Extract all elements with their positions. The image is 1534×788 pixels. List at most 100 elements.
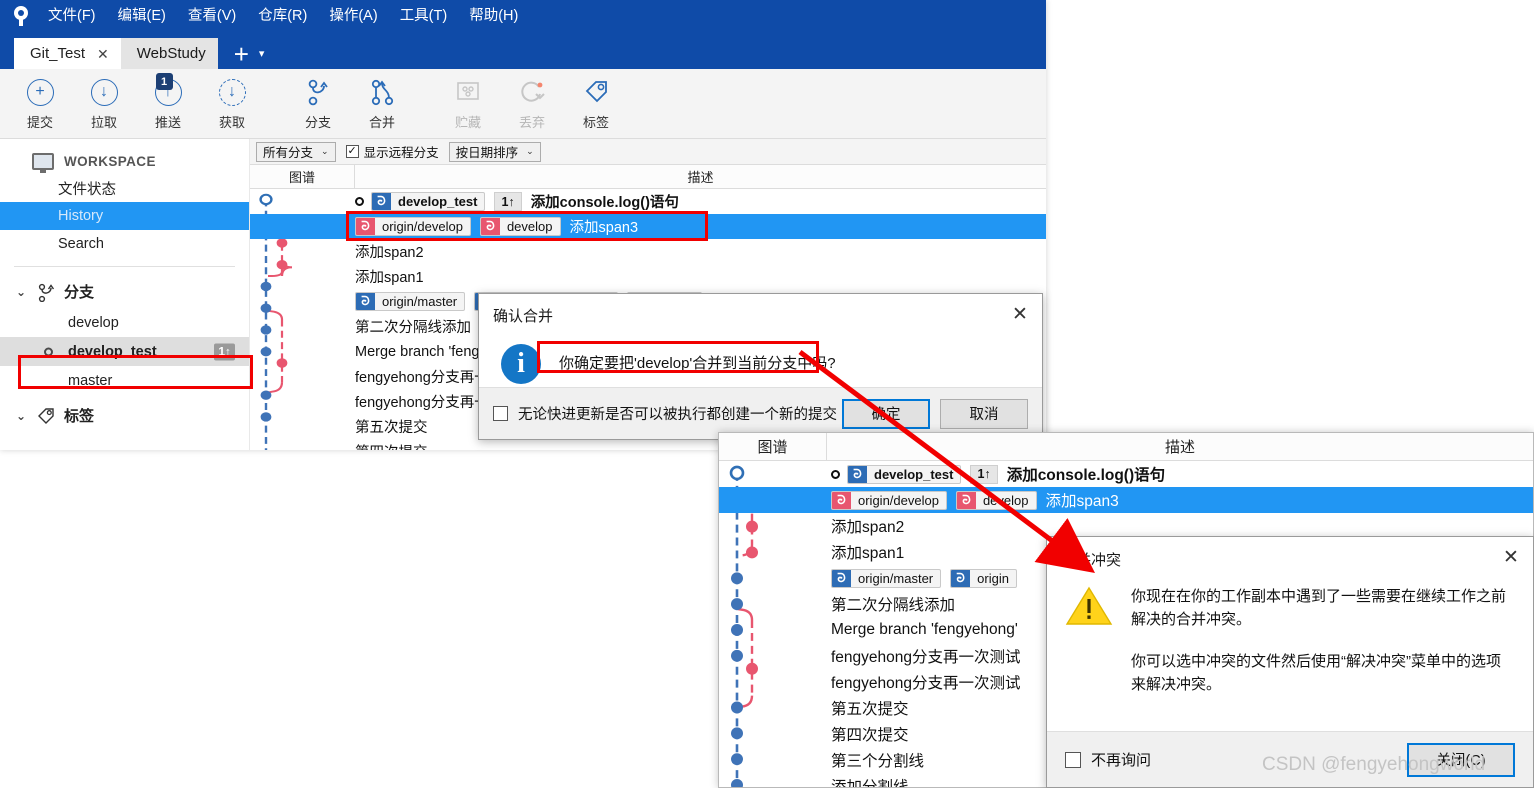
column-header-description[interactable]: 描述 [827,433,1533,460]
ref-tag[interactable]: ᘒ origin/master [831,568,942,588]
main-toolbar: + 提交 ↓ 拉取 ↑ 1 推送 ↓ 获取 分支 合并 贮藏 丢弃 标签 [0,69,1046,139]
commit-message: 添加span1 [831,545,905,562]
sidebar-item-label: Search [58,236,104,252]
table-row[interactable]: ᘒ origin/develop ᘒ develop 添加span3 [250,214,1046,239]
table-row[interactable]: 添加span2 [250,239,1046,264]
toolbar-button-label: 拉取 [90,115,117,130]
history-filter-toolbar: 所有分支 ⌄ ✓ 显示远程分支 按日期排序 ⌄ [250,139,1046,165]
column-header-description[interactable]: 描述 [355,165,1046,188]
commit-message: 第四次提交 [831,727,909,744]
ref-tag[interactable]: ᘒ develop [479,217,561,236]
sidebar-group-branches[interactable]: ⌄ 分支 [0,275,249,308]
branch-icon: ᘒ [951,569,971,587]
toolbar-push-button[interactable]: ↑ 1 推送 [136,73,200,131]
toolbar-button-label: 分支 [304,115,331,130]
ok-button[interactable]: 确定 [842,398,930,429]
merge-confirm-dialog: 确认合并 ✕ i 你确定要把'develop'合并到当前分支中吗? 无论快进更新… [478,293,1043,440]
ref-tag[interactable]: ᘒ origin/develop [355,217,471,236]
commit-message: 第三个分割线 [831,753,925,770]
head-commit-dot-icon [355,197,364,206]
branch-filter-dropdown[interactable]: 所有分支 ⌄ [256,141,336,162]
menu-item-actions[interactable]: 操作(A) [327,5,379,28]
new-tab-button[interactable]: + [218,41,259,69]
dialog-content: i 你确定要把'develop'合并到当前分支中吗? [479,336,1042,391]
sidebar-workspace-header: WORKSPACE [0,149,249,174]
commit-message: 添加console.log()语句 [1006,467,1166,484]
toolbar-commit-button[interactable]: + 提交 [8,76,72,131]
cancel-button[interactable]: 取消 [940,398,1028,429]
chevron-down-icon[interactable]: ⌄ [16,285,28,299]
toolbar-button-label: 合并 [368,115,395,130]
menu-item-view[interactable]: 查看(V) [186,5,238,28]
ref-tag[interactable]: ᘒ origin [950,568,1017,588]
ref-tag-label: develop_test [398,194,478,209]
commit-message: 第五次提交 [355,420,428,436]
close-icon[interactable]: ✕ [1489,537,1533,577]
dialog-content: 你现在在你的工作副本中遇到了一些需要在继续工作之前解决的合并冲突。 你可以选中冲… [1047,581,1533,696]
push-count-badge: 1 [155,73,173,90]
table-row[interactable]: ᘒ develop_test 1↑ 添加console.log()语句 [250,189,1046,214]
column-header-graph[interactable]: 图谱 [719,433,827,460]
sidebar-group-tags[interactable]: ⌄ 标签 [0,395,249,432]
menu-item-file[interactable]: 文件(F) [46,5,98,28]
branch-icon: ᘒ [372,193,391,210]
chevron-down-icon[interactable]: ▾ [259,47,265,69]
sidebar-item-search[interactable]: Search [0,230,249,258]
dialog-message-secondary: 你可以选中冲突的文件然后使用“解决冲突”菜单中的选项来解决冲突。 [1131,652,1501,693]
ref-tag-label: origin [977,570,1009,586]
toolbar-pull-button[interactable]: ↓ 拉取 [72,76,136,131]
sidebar-group-label: 标签 [64,408,95,425]
branch-icon: ᘒ [480,218,500,235]
toolbar-merge-button[interactable]: 合并 [350,76,414,131]
show-remote-branches-checkbox[interactable]: ✓ 显示远程分支 [345,142,439,161]
toolbar-branch-button[interactable]: 分支 [286,76,350,131]
branch-filter-value: 所有分支 [263,146,314,160]
checkbox-icon: ✓ [345,145,359,158]
branch-icon: ᘒ [832,569,851,587]
ref-tag[interactable]: ᘒ origin/master [355,292,466,311]
discard-icon [518,76,546,108]
column-header-graph[interactable]: 图谱 [250,165,355,188]
table-row[interactable]: ᘒ origin/develop ᘒ develop 添加span3 [719,487,1533,513]
history-column-headers: 图谱 描述 [250,165,1046,189]
checkbox-label: 显示远程分支 [363,146,439,160]
merge-conflict-dialog: 合并冲突 ✕ 你现在在你的工作副本中遇到了一些需要在继续工作之前解决的合并冲突。… [1046,536,1534,788]
menu-item-repository[interactable]: 仓库(R) [256,5,309,28]
create-commit-checkbox[interactable]: 无论快进更新是否可以被执行都创建一个新的提交 [493,403,837,424]
tab-git-test[interactable]: Git_Test ✕ [14,38,121,69]
commit-message: 添加span3 [569,220,639,236]
branch-icon: ᘒ [356,293,375,310]
sidebar-branch-develop[interactable]: develop [0,308,249,337]
ref-tag[interactable]: ᘒ develop_test [847,464,962,484]
tag-icon [36,406,56,426]
ref-tag[interactable]: ᘒ develop [955,490,1037,510]
stash-icon [454,76,482,108]
ref-tag[interactable]: ᘒ origin/develop [831,490,947,510]
close-icon[interactable]: ✕ [998,294,1042,334]
table-row[interactable]: 添加span1 [250,264,1046,289]
monitor-icon [32,153,54,173]
menu-item-edit[interactable]: 编辑(E) [116,5,168,28]
commit-message: Merge branch 'fengyehong' [831,621,1018,638]
sidebar-branch-develop-test[interactable]: develop_test 1↑ [0,337,249,366]
dialog-title-bar: 确认合并 ✕ [479,294,1042,336]
menu-item-help[interactable]: 帮助(H) [467,5,520,28]
merge-icon [369,76,395,108]
sidebar-item-history[interactable]: History [0,202,249,230]
toolbar-tag-button[interactable]: 标签 [564,76,628,131]
toolbar-fetch-button[interactable]: ↓ 获取 [200,76,264,131]
tab-webstudy[interactable]: WebStudy [120,38,218,69]
dont-ask-again-checkbox[interactable]: 不再询问 [1065,749,1151,770]
info-icon: i [501,343,541,384]
ref-tag[interactable]: ᘒ develop_test [371,192,486,211]
close-icon[interactable]: ✕ [97,47,109,61]
sidebar-item-file-status[interactable]: 文件状态 [0,174,249,202]
sidebar-item-label: 文件状态 [58,181,116,198]
sort-dropdown[interactable]: 按日期排序 ⌄ [448,141,541,162]
sidebar-branch-master[interactable]: master [0,366,249,395]
table-row[interactable]: ᘒ develop_test 1↑ 添加console.log()语句 [719,461,1533,487]
menu-item-tools[interactable]: 工具(T) [398,5,450,28]
toolbar-button-label: 贮藏 [454,115,481,130]
branch-icon: ᘒ [356,218,375,235]
chevron-down-icon[interactable]: ⌄ [16,409,28,423]
